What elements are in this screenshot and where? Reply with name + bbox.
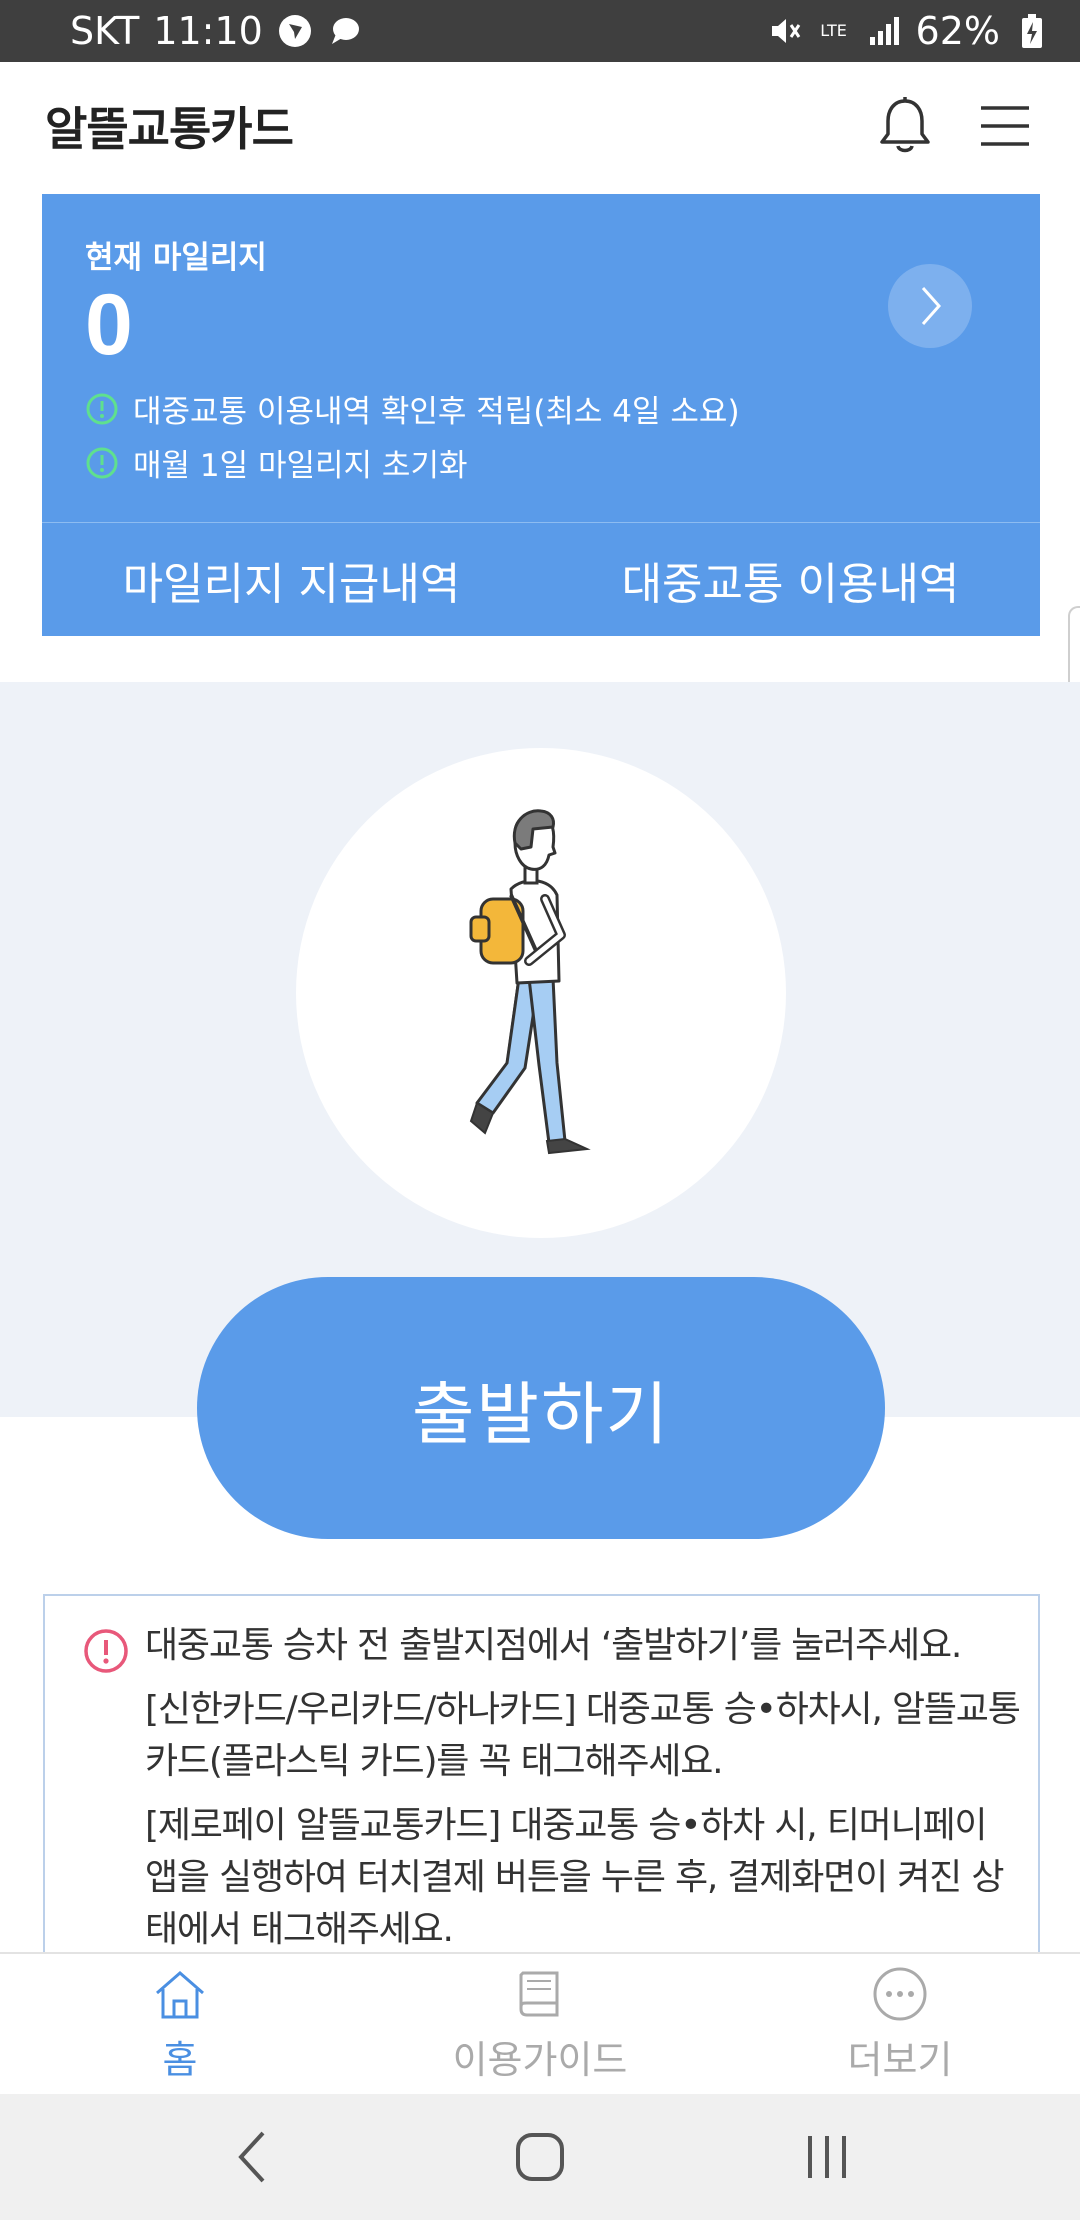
home-square-icon xyxy=(515,2133,564,2181)
info-circle-icon xyxy=(86,393,118,424)
system-home-button[interactable] xyxy=(500,2117,580,2197)
message-icon xyxy=(327,13,363,49)
carrier-label: SKT xyxy=(70,9,140,53)
navigation-icon xyxy=(277,13,313,49)
usage-info-text: 대중교통 승차 전 출발지점에서 ‘출발하기’를 눌러주세요. [신한카드/우리… xyxy=(145,1620,1025,1954)
mileage-value: 0 xyxy=(85,277,133,373)
system-nav-bar xyxy=(0,2094,1080,2220)
usage-info-box: 대중교통 승차 전 출발지점에서 ‘출발하기’를 눌러주세요. [신한카드/우리… xyxy=(43,1594,1040,1954)
app-title: 알뜰교통카드 xyxy=(45,102,294,156)
lte-label: LTE xyxy=(820,21,847,40)
nav-more-label: 더보기 xyxy=(847,2037,953,2082)
mileage-notice: 대중교통 이용내역 확인후 적립(최소 4일 소요) xyxy=(85,386,740,431)
info-line: [제로페이 알뜰교통카드] 대중교통 승•하차 시, 티머니페이 앱을 실행하여… xyxy=(145,1805,1004,1950)
recents-icon xyxy=(807,2136,846,2178)
alert-circle-icon xyxy=(84,1629,128,1673)
status-left: SKT 11:10 xyxy=(70,9,363,53)
chevron-right-icon xyxy=(921,287,942,325)
hamburger-menu-icon xyxy=(981,106,1029,146)
system-recents-button[interactable] xyxy=(787,2117,867,2197)
header-actions xyxy=(875,96,1035,156)
notification-button[interactable] xyxy=(875,96,935,156)
nav-more[interactable]: 더보기 xyxy=(720,1954,1080,2094)
nav-home[interactable]: 홈 xyxy=(0,1954,360,2094)
mute-icon xyxy=(766,13,802,49)
mileage-notice: 매월 1일 마일리지 초기화 xyxy=(85,440,467,485)
tab-mileage-history[interactable]: 마일리지 지급내역 xyxy=(42,523,541,636)
mileage-tabs: 마일리지 지급내역 대중교통 이용내역 xyxy=(42,522,1040,636)
battery-charging-icon xyxy=(1014,13,1050,49)
mileage-notice-text: 매월 1일 마일리지 초기화 xyxy=(133,448,468,484)
bell-icon xyxy=(880,97,930,153)
menu-button[interactable] xyxy=(975,96,1035,156)
lte-indicator: LTE xyxy=(816,13,852,49)
mileage-detail-button[interactable] xyxy=(888,264,972,348)
mileage-card: 현재 마일리지 0 대중교통 이용내역 확인후 적립(최소 4일 소요) 매월 … xyxy=(42,194,1040,636)
mileage-notice-text: 대중교통 이용내역 확인후 적립(최소 4일 소요) xyxy=(133,394,740,430)
walking-person-illustration xyxy=(469,809,591,1155)
tab-transit-history[interactable]: 대중교통 이용내역 xyxy=(541,523,1040,636)
more-icon xyxy=(873,1967,927,2020)
clock-label: 11:10 xyxy=(153,9,263,53)
illustration-circle xyxy=(296,748,786,1238)
depart-button[interactable]: 출발하기 xyxy=(197,1277,885,1539)
nav-guide[interactable]: 이용가이드 xyxy=(360,1954,720,2094)
system-back-button[interactable] xyxy=(213,2117,293,2197)
app-header: 알뜰교통카드 xyxy=(0,62,1080,190)
bottom-nav: 홈 이용가이드 더보기 xyxy=(0,1952,1080,2094)
info-line: 대중교통 승차 전 출발지점에서 ‘출발하기’를 눌러주세요. xyxy=(145,1625,962,1666)
signal-icon xyxy=(866,13,902,49)
back-chevron-icon xyxy=(238,2131,265,2183)
book-icon xyxy=(519,1971,559,2016)
status-bar: SKT 11:10 LTE 62% xyxy=(0,0,1080,62)
info-line: [신한카드/우리카드/하나카드] 대중교통 승•하차시, 알뜰교통카드(플라스틱… xyxy=(145,1689,1021,1782)
battery-percent: 62% xyxy=(915,9,1000,53)
home-icon xyxy=(156,1970,204,2018)
nav-home-label: 홈 xyxy=(162,2037,198,2082)
info-circle-icon xyxy=(86,447,118,478)
status-right: LTE 62% xyxy=(766,9,1050,53)
nav-guide-label: 이용가이드 xyxy=(452,2037,628,2082)
mileage-label: 현재 마일리지 xyxy=(85,240,267,276)
